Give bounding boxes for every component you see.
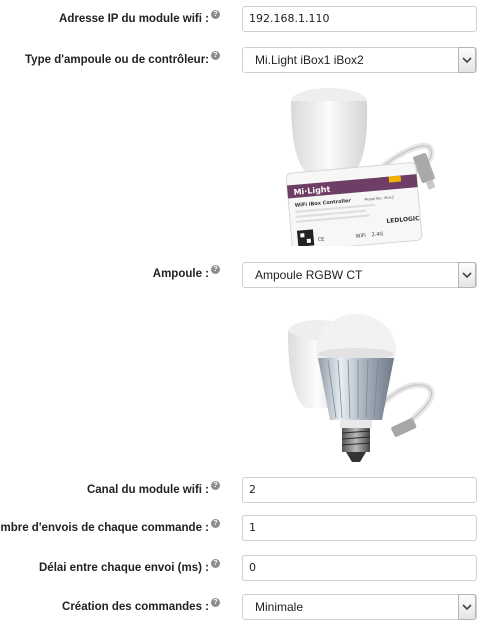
ip-input-value: 192.168.1.110 [249, 12, 330, 25]
help-icon[interactable]: ? [211, 481, 220, 490]
ip-label: Adresse IP du module wifi :? [0, 10, 220, 25]
bulb-label: Ampoule :? [0, 265, 220, 280]
delay-input-value: 0 [249, 561, 256, 574]
chevron-down-icon[interactable] [458, 47, 476, 73]
help-icon[interactable]: ? [211, 559, 220, 568]
chevron-down-icon[interactable] [458, 594, 476, 620]
help-icon[interactable]: ? [211, 598, 220, 607]
help-icon[interactable]: ? [211, 51, 220, 60]
controller-ghz: 2.4G [371, 231, 383, 238]
ip-input[interactable]: 192.168.1.110 [242, 6, 477, 32]
sends-input[interactable]: 1 [242, 515, 477, 541]
type-label: Type d'ampoule ou de contrôleur:? [0, 51, 220, 66]
delay-input[interactable]: 0 [242, 555, 477, 581]
sends-label: Nombre d'envois de chaque commande :? [0, 519, 220, 534]
bulb-select[interactable]: Ampoule RGBW CT [242, 262, 477, 288]
creation-label: Création des commandes :? [0, 598, 220, 613]
bulb-image [284, 310, 439, 466]
delay-label: Délai entre chaque envoi (ms) :? [0, 559, 220, 574]
channel-input-value: 2 [249, 483, 256, 496]
controller-wifi: WiFi [355, 233, 366, 240]
sends-input-value: 1 [249, 521, 256, 534]
creation-select-value: Minimale [255, 600, 304, 614]
chevron-down-icon[interactable] [458, 262, 476, 288]
channel-input[interactable]: 2 [242, 477, 477, 503]
help-icon[interactable]: ? [211, 265, 220, 274]
svg-text:CE: CE [318, 236, 325, 243]
creation-select[interactable]: Minimale [242, 594, 477, 620]
help-icon[interactable]: ? [211, 519, 220, 528]
type-select-value: Mi.Light iBox1 iBox2 [255, 53, 364, 67]
bulb-select-value: Ampoule RGBW CT [255, 268, 363, 282]
help-icon[interactable]: ? [211, 10, 220, 19]
channel-label: Canal du module wifi :? [0, 481, 220, 496]
controller-image: Mi·Light WiFi iBox Controller Model No.:… [281, 86, 439, 252]
type-select[interactable]: Mi.Light iBox1 iBox2 [242, 47, 477, 73]
